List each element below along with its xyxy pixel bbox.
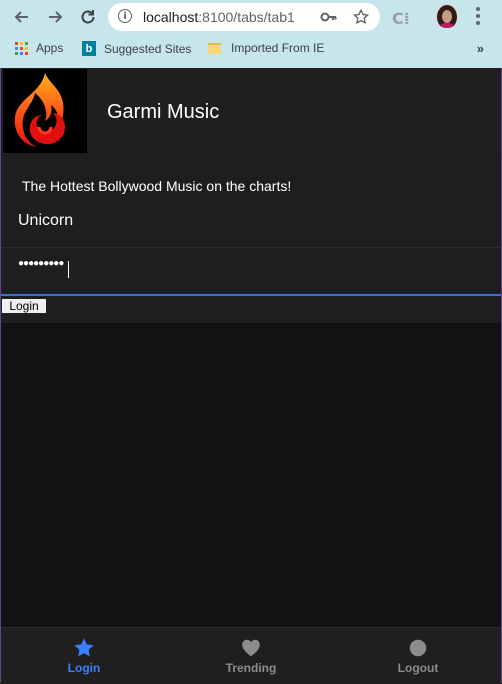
- flame-icon: [14, 73, 66, 147]
- address-bar[interactable]: i localhost:8100/tabs/tab1: [108, 3, 380, 31]
- back-button[interactable]: [10, 5, 34, 29]
- more-menu-icon[interactable]: [474, 7, 482, 27]
- bookmarks-bar: Apps b Suggested Sites Imported From IE …: [0, 36, 502, 62]
- username-input[interactable]: Unicorn: [18, 212, 73, 230]
- back-arrow-icon: [14, 11, 28, 23]
- app-viewport: Garmi Music The Hottest Bollywood Music …: [0, 68, 502, 684]
- bing-icon: b: [82, 41, 96, 56]
- login-button-row: Login: [1, 296, 501, 323]
- apps-grid-icon: [15, 41, 28, 55]
- tab-trending[interactable]: Trending: [168, 628, 334, 684]
- app-header: Garmi Music: [1, 68, 501, 154]
- folder-icon: [208, 42, 221, 54]
- flame-logo: [3, 69, 87, 153]
- browser-chrome: i localhost:8100/tabs/tab1 C⁞ Apps b Sug…: [0, 0, 502, 68]
- bookmark-suggested-sites[interactable]: b Suggested Sites: [82, 41, 191, 56]
- bookmark-apps[interactable]: Apps: [15, 41, 63, 55]
- bookmarks-overflow-button[interactable]: »: [477, 41, 484, 56]
- tab-label: Trending: [225, 661, 277, 675]
- key-icon[interactable]: [320, 9, 338, 25]
- star-icon: [74, 638, 94, 657]
- text-caret: [68, 261, 69, 278]
- password-input[interactable]: ●●●●●●●●●: [18, 258, 64, 269]
- reload-button[interactable]: [76, 5, 100, 29]
- bookmark-star-icon[interactable]: [352, 8, 370, 26]
- url-text[interactable]: localhost:8100/tabs/tab1: [143, 9, 295, 25]
- bottom-tab-bar: Login Trending Logout: [1, 627, 501, 684]
- site-info-icon[interactable]: i: [118, 9, 132, 23]
- bookmark-apps-label: Apps: [36, 41, 64, 55]
- bookmark-imported-folder[interactable]: Imported From IE: [208, 41, 324, 55]
- bookmark-imported-label: Imported From IE: [231, 41, 325, 55]
- heart-icon: [242, 639, 260, 657]
- bookmark-suggested-label: Suggested Sites: [104, 41, 192, 56]
- app-title: Garmi Music: [107, 101, 220, 123]
- tab-logout[interactable]: Logout: [335, 628, 501, 684]
- login-form: The Hottest Bollywood Music on the chart…: [1, 154, 501, 294]
- reload-icon: [81, 10, 95, 24]
- circle-icon: [409, 639, 427, 657]
- tagline: The Hottest Bollywood Music on the chart…: [22, 178, 292, 194]
- forward-arrow-icon: [49, 11, 63, 23]
- tab-login[interactable]: Login: [1, 628, 167, 684]
- field-divider: [1, 247, 501, 248]
- tab-label: Login: [67, 661, 101, 675]
- extension-icon[interactable]: C⁞: [392, 9, 412, 28]
- profile-avatar[interactable]: [435, 4, 459, 28]
- forward-button[interactable]: [43, 5, 67, 29]
- login-button[interactable]: Login: [2, 299, 46, 313]
- tab-label: Logout: [397, 661, 439, 675]
